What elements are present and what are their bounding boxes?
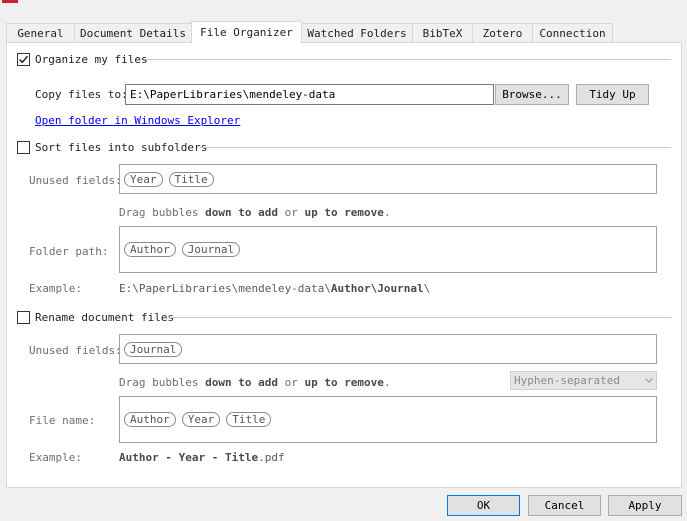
app-icon (2, 0, 18, 3)
field-bubble-journal[interactable]: Journal (124, 341, 183, 357)
checkmark-icon (18, 55, 29, 64)
tab-document-details[interactable]: Document Details (74, 23, 192, 43)
copy-path-input[interactable]: E:\PaperLibraries\mendeley-data (125, 84, 494, 105)
tidy-up-button[interactable]: Tidy Up (576, 84, 649, 105)
rename-drag-hint: Drag bubbles down to add or up to remove… (119, 376, 391, 389)
rename-unused-dropzone[interactable]: Journal (119, 334, 657, 364)
rename-checkbox[interactable] (17, 311, 30, 324)
field-bubble-title[interactable]: Title (168, 171, 214, 187)
ok-button[interactable]: OK (447, 495, 520, 516)
subfolders-title: Sort files into subfolders (35, 141, 208, 154)
rename-section-header: Rename document files (17, 311, 174, 324)
field-bubble-year[interactable]: Year (181, 412, 221, 427)
tab-file-organizer[interactable]: File Organizer (191, 21, 302, 43)
organize-checkbox[interactable] (17, 53, 30, 66)
cancel-button[interactable]: Cancel (528, 495, 601, 516)
chevron-down-icon (642, 372, 656, 389)
file-name-dropzone[interactable]: Author Year Title (119, 396, 657, 443)
copy-files-label: Copy files to: (35, 88, 128, 101)
subfolders-drag-hint: Drag bubbles down to add or up to remove… (119, 206, 391, 219)
field-bubble-author[interactable]: Author (124, 412, 176, 427)
tab-zotero[interactable]: Zotero (472, 23, 533, 43)
rename-title: Rename document files (35, 311, 175, 324)
subfolders-checkbox[interactable] (17, 141, 30, 154)
subfolders-divider (200, 147, 671, 148)
tab-bibtex[interactable]: BibTeX (412, 23, 473, 43)
organize-divider (145, 59, 671, 60)
browse-button[interactable]: Browse... (495, 84, 569, 105)
subfolders-section-header: Sort files into subfolders (17, 141, 207, 154)
field-bubble-title[interactable]: Title (226, 412, 272, 427)
apply-button[interactable]: Apply (608, 495, 682, 516)
subfolders-example-label: Example: (29, 282, 82, 295)
subfolders-unused-label: Unused fields: (29, 174, 122, 187)
folder-path-label: Folder path: (29, 245, 109, 258)
rename-unused-label: Unused fields: (29, 344, 122, 357)
field-bubble-author[interactable]: Author (124, 242, 176, 257)
subfolders-unused-dropzone[interactable]: Year Title (119, 164, 657, 194)
file-organizer-panel: Organize my files Copy files to: E:\Pape… (6, 42, 682, 488)
tab-strip: General Document Details File Organizer … (6, 21, 613, 43)
open-folder-link[interactable]: Open folder in Windows Explorer (35, 114, 240, 127)
folder-path-dropzone[interactable]: Author Journal (119, 226, 657, 273)
tab-general[interactable]: General (6, 23, 75, 43)
tab-watched-folders[interactable]: Watched Folders (301, 23, 413, 43)
field-bubble-journal[interactable]: Journal (181, 242, 241, 257)
title-bar (0, 0, 687, 4)
field-bubble-year[interactable]: Year (124, 171, 163, 187)
separator-select[interactable]: Hyphen-separated (510, 371, 657, 390)
file-name-label: File name: (29, 414, 96, 427)
tab-connection[interactable]: Connection (532, 23, 613, 43)
subfolders-example-value: E:\PaperLibraries\mendeley-data\Author\J… (119, 282, 431, 295)
rename-divider (168, 317, 671, 318)
organize-title: Organize my files (35, 53, 148, 66)
separator-select-value: Hyphen-separated (514, 374, 620, 387)
rename-example-value: Author - Year - Title.pdf (119, 451, 285, 464)
organize-section-header: Organize my files (17, 53, 148, 66)
rename-example-label: Example: (29, 451, 82, 464)
